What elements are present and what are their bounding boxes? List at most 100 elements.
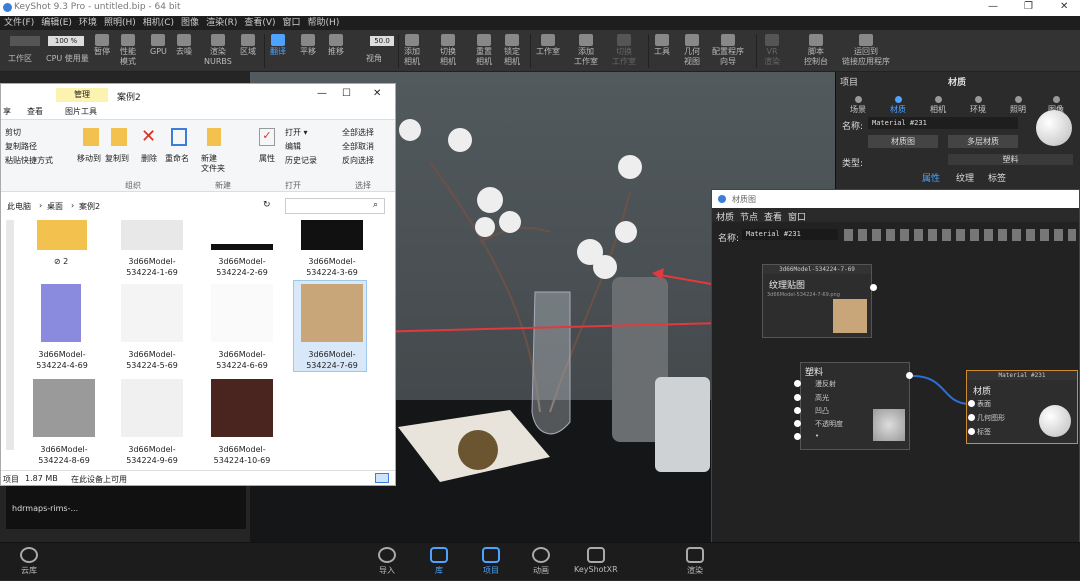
denoise-button[interactable]: 去噪 (176, 34, 192, 57)
restore-button[interactable]: ❐ (1024, 1, 1033, 12)
cut-button[interactable]: 剪切 (5, 128, 21, 138)
script-console-button[interactable]: 脚本 控制台 (804, 34, 828, 67)
new-folder-button[interactable]: 新建 文件夹 (201, 154, 225, 174)
cpu-usage-field[interactable]: 100 % (48, 36, 84, 46)
project-button[interactable]: 项目 (482, 547, 500, 576)
file-label[interactable]: 3d66Model-534224-3-69 (292, 256, 372, 278)
performance-mode-button[interactable]: 性能 模式 (120, 34, 136, 67)
tools-button[interactable]: 工具 (654, 34, 670, 57)
menu-render[interactable]: 渲染(R) (206, 16, 237, 30)
geometry-view-button[interactable]: 几何 视图 (684, 34, 700, 67)
subtab-properties[interactable]: 属性 (922, 171, 940, 184)
workspace-dropdown[interactable] (10, 36, 40, 46)
file-label[interactable]: 3d66Model-534224-2-69 (202, 256, 282, 278)
file-thumbnail[interactable] (301, 220, 363, 250)
close-button[interactable]: ✕ (1060, 1, 1068, 12)
region-button[interactable]: 区域 (240, 34, 256, 57)
tab-lighting[interactable]: 照明 (1010, 96, 1026, 115)
cloud-library-button[interactable]: 云库 (20, 547, 38, 576)
properties-button[interactable]: 属性 (259, 154, 275, 164)
render-nurbs-button[interactable]: 渲染 NURBS (204, 34, 232, 67)
link-app-button[interactable]: 运回到 链接应用程序 (842, 34, 890, 67)
file-label[interactable]: 3d66Model-534224-1-69 (112, 256, 192, 278)
material-name-field[interactable]: Material #231 (868, 117, 1018, 129)
rename-button[interactable]: 重命名 (165, 154, 189, 164)
material-graph-button[interactable]: 材质图 (868, 135, 938, 148)
menu-help[interactable]: 帮助(H) (308, 16, 340, 30)
pause-button[interactable]: 暂停 (94, 34, 110, 57)
explorer-close-button[interactable]: ✕ (373, 88, 381, 99)
studio-button[interactable]: 工作室 (536, 34, 560, 57)
file-thumbnail[interactable] (121, 220, 183, 250)
large-icons-view-icon[interactable] (375, 473, 389, 483)
refresh-icon[interactable]: ↻ (263, 200, 271, 210)
file-thumbnail[interactable] (211, 284, 273, 342)
open-button[interactable]: 打开 ▾ (285, 128, 308, 138)
switch-camera-button[interactable]: 切换 相机 (440, 34, 456, 67)
copy-path-button[interactable]: 复制路径 (5, 142, 37, 152)
tab-environment[interactable]: 环境 (970, 96, 986, 115)
menu-window[interactable]: 窗口 (283, 16, 301, 30)
select-none-button[interactable]: 全部取消 (342, 142, 374, 152)
explorer-minimize-button[interactable]: — (317, 88, 327, 99)
file-thumbnail[interactable] (121, 379, 183, 437)
invert-selection-button[interactable]: 反向选择 (342, 156, 374, 166)
file-thumbnail[interactable] (33, 379, 95, 437)
edit-button[interactable]: 编辑 (285, 142, 301, 152)
lock-camera-button[interactable]: 锁定 相机 (504, 34, 520, 67)
keyshotxr-button[interactable]: KeyShotXR (574, 547, 618, 574)
menu-camera[interactable]: 相机(C) (143, 16, 174, 30)
menu-file[interactable]: 文件(F) (4, 16, 34, 30)
menu-edit[interactable]: 编辑(E) (41, 16, 72, 30)
pan-button[interactable]: 平移 (300, 34, 316, 57)
material-type-select[interactable]: 塑料 (948, 154, 1073, 165)
render-button[interactable]: 渲染 (686, 547, 704, 576)
breadcrumb-folder[interactable]: 案例2 (79, 201, 100, 212)
history-button[interactable]: 历史记录 (285, 156, 317, 166)
ribbon-tab-picture-tools[interactable]: 图片工具 (65, 106, 97, 117)
ribbon-manage-tab[interactable]: 管理 (56, 88, 108, 102)
reset-camera-button[interactable]: 重置 相机 (476, 34, 492, 67)
ribbon-tab-view[interactable]: 查看 (27, 106, 43, 117)
explorer-maximize-button[interactable]: ☐ (342, 88, 351, 99)
minimize-button[interactable]: — (988, 1, 998, 12)
label-input-port[interactable] (968, 428, 975, 435)
vr-render-button[interactable]: VR 渲染 (764, 34, 780, 67)
menu-image[interactable]: 图像 (181, 16, 199, 30)
subtab-texture[interactable]: 纹理 (956, 171, 974, 184)
file-thumbnail[interactable] (211, 220, 273, 250)
scrollbar[interactable] (6, 220, 14, 450)
surface-input-port[interactable] (968, 400, 975, 407)
library-button[interactable]: 库 (430, 547, 448, 576)
file-thumbnail[interactable] (211, 379, 273, 437)
animation-button[interactable]: 动画 (532, 547, 550, 576)
select-all-button[interactable]: 全部选择 (342, 128, 374, 138)
file-label[interactable]: 3d66Model-534224-6-69 (202, 349, 282, 371)
multi-material-button[interactable]: 多层材质 (948, 135, 1018, 148)
tab-camera[interactable]: 相机 (930, 96, 946, 115)
cpu-usage-button[interactable]: CPU 使用量 (46, 54, 89, 64)
file-label-selected[interactable]: 3d66Model-534224-7-69 (292, 349, 372, 371)
perspective-button[interactable]: 视角 (366, 54, 382, 64)
ribbon-tab-share[interactable]: 享 (3, 106, 11, 117)
breadcrumb-this-pc[interactable]: 此电脑 (7, 201, 31, 212)
zoom-field[interactable]: 50.0 (370, 36, 394, 46)
menu-environment[interactable]: 环境 (79, 16, 97, 30)
search-input[interactable] (285, 198, 385, 214)
file-label[interactable]: 3d66Model-534224-8-69 (24, 444, 104, 466)
add-studio-button[interactable]: 添加 工作室 (574, 34, 598, 67)
translate-button[interactable]: 翻译 (270, 34, 286, 57)
file-label[interactable]: ⊘ 2 (21, 256, 101, 267)
menu-view[interactable]: 查看(V) (244, 16, 275, 30)
wood-texture-thumbnail[interactable] (301, 284, 363, 342)
file-label[interactable]: 3d66Model-534224-4-69 (22, 349, 102, 371)
move-to-button[interactable]: 移动到 (77, 154, 101, 164)
file-thumbnail[interactable] (41, 284, 81, 342)
tab-scene[interactable]: 场景 (850, 96, 866, 115)
address-bar[interactable]: 此电脑 › 桌面 › 案例2 ↻ ⌕ (1, 196, 395, 216)
file-label[interactable]: 3d66Model-534224-10-69 (202, 444, 282, 466)
file-thumbnail[interactable] (121, 284, 183, 342)
copy-to-button[interactable]: 复制到 (105, 154, 129, 164)
delete-button[interactable]: 删除 (141, 154, 157, 164)
switch-studio-button[interactable]: 切换 工作室 (612, 34, 636, 67)
